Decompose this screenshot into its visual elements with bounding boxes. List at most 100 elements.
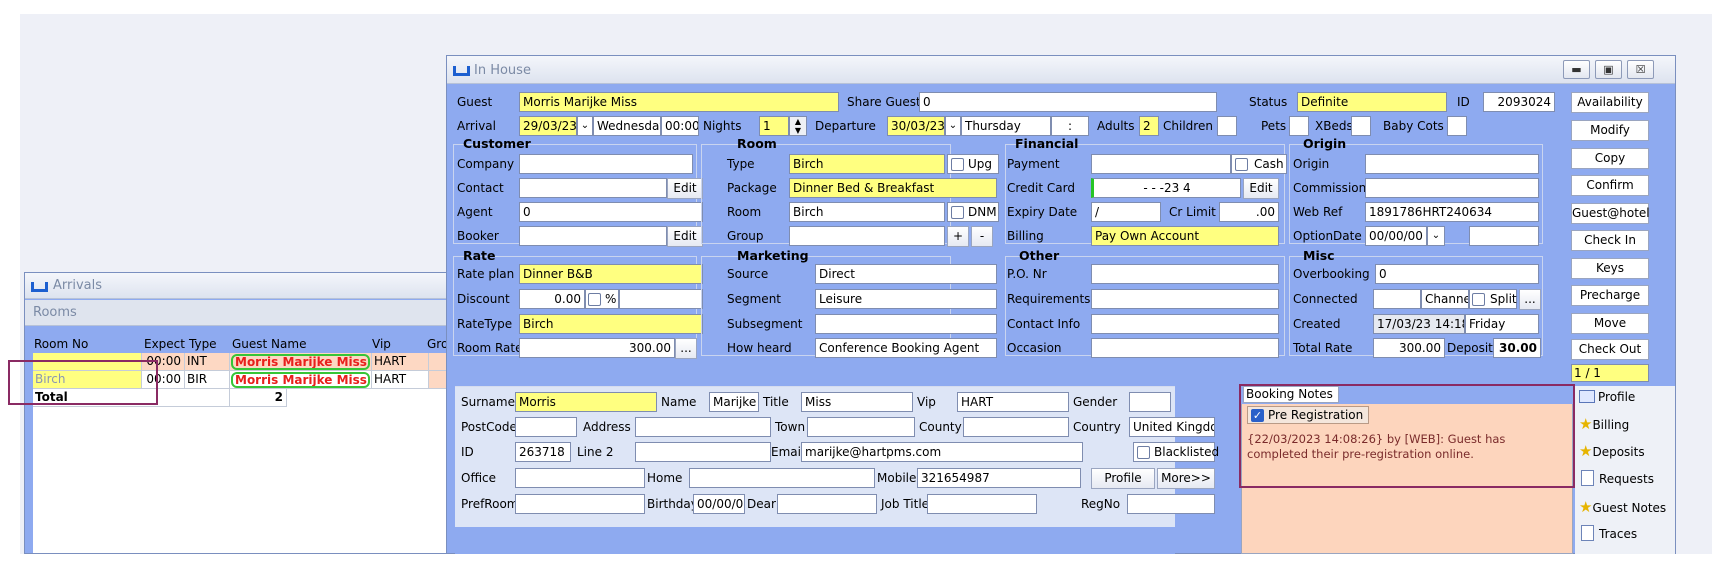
title-field[interactable]: Miss <box>801 392 913 412</box>
channel-field[interactable]: Channel <box>1421 289 1469 309</box>
confirm-button[interactable]: Confirm <box>1571 175 1649 196</box>
overbooking-field[interactable]: 0 <box>1375 264 1539 284</box>
discount-reason-field[interactable] <box>619 289 703 309</box>
vip-field[interactable]: HART <box>957 392 1069 412</box>
regno-field[interactable] <box>1127 494 1215 514</box>
line2-field[interactable] <box>635 442 771 462</box>
agent-field[interactable]: 0 <box>519 202 703 222</box>
check-in-button[interactable]: Check In <box>1571 230 1649 251</box>
group-add-button[interactable]: + <box>947 226 969 247</box>
cash-checkbox[interactable]: Cash <box>1231 154 1287 174</box>
contact-field[interactable] <box>519 178 667 198</box>
discount-pct-checkbox[interactable]: % <box>585 289 619 309</box>
home-field[interactable] <box>689 468 875 488</box>
subsegment-field[interactable] <box>815 314 997 334</box>
segment-field[interactable]: Leisure <box>815 289 997 309</box>
dnm-checkbox[interactable]: DNM <box>947 202 999 222</box>
nights-stepper[interactable]: ▲ ▼ <box>789 116 807 136</box>
inhouse-titlebar[interactable]: In House ▬ ▣ ☒ <box>447 56 1675 84</box>
payment-field[interactable] <box>1091 154 1231 174</box>
tab-deposits[interactable]: ★Deposits <box>1579 440 1645 463</box>
pets-field[interactable] <box>1289 116 1309 136</box>
source-field[interactable]: Direct <box>815 264 997 284</box>
expiry-field[interactable]: / <box>1091 202 1161 222</box>
connected-field[interactable] <box>1373 289 1421 309</box>
arrival-time-field[interactable]: 00:00 <box>661 116 699 136</box>
xbeds-field[interactable] <box>1351 116 1371 136</box>
split-check[interactable] <box>1472 293 1485 306</box>
room-rate-more-button[interactable]: ... <box>675 338 697 359</box>
maximize-button[interactable]: ▣ <box>1595 60 1622 79</box>
howheard-field[interactable]: Conference Booking Agent <box>815 338 997 358</box>
guest-at-hotel-button[interactable]: Guest@hotel <box>1571 203 1650 224</box>
cr-limit-field[interactable]: .00 <box>1219 202 1279 222</box>
share-guest-field[interactable]: 0 <box>919 92 1217 112</box>
col-guest-name[interactable]: Guest Name <box>232 335 306 353</box>
connected-more-button[interactable]: ... <box>1519 289 1541 310</box>
group-field[interactable] <box>789 226 945 246</box>
room-field[interactable]: Birch <box>789 202 945 222</box>
profile-id-field[interactable]: 263718 <box>515 442 571 462</box>
tab-guest-notes[interactable]: ★Guest Notes <box>1579 496 1666 519</box>
booker-field[interactable] <box>519 226 667 246</box>
webref-field[interactable]: 1891786HRT240634 <box>1365 202 1539 222</box>
col-vip[interactable]: Vip <box>372 335 391 353</box>
billing-field[interactable]: Pay Own Account <box>1091 226 1279 246</box>
surname-field[interactable]: Morris <box>515 392 657 412</box>
commission-field[interactable] <box>1365 178 1539 198</box>
package-field[interactable]: Dinner Bed & Breakfast <box>789 178 997 198</box>
tab-billing[interactable]: ★Billing <box>1579 413 1629 436</box>
email-field[interactable]: marijke@hartpms.com <box>801 442 1083 462</box>
precharge-button[interactable]: Precharge <box>1571 285 1649 306</box>
upg-checkbox[interactable]: Upg <box>947 154 999 174</box>
blacklisted-checkbox[interactable]: Blacklisted <box>1133 442 1219 462</box>
more-button[interactable]: More>> <box>1157 468 1215 489</box>
requirements-field[interactable] <box>1091 289 1279 309</box>
prefroom-field[interactable] <box>515 494 645 514</box>
status-field[interactable]: Definite <box>1297 92 1447 112</box>
tab-traces[interactable]: Traces <box>1579 523 1637 545</box>
office-field[interactable] <box>515 468 645 488</box>
credit-card-field[interactable]: - - -23 4 <box>1091 178 1241 198</box>
adults-field[interactable]: 2 <box>1139 116 1159 136</box>
room-type-field[interactable]: Birch <box>789 154 945 174</box>
group-remove-button[interactable]: - <box>971 226 993 247</box>
col-room-no[interactable]: Room No <box>34 335 88 353</box>
booker-edit-button[interactable]: Edit <box>667 226 703 247</box>
occasion-field[interactable] <box>1091 338 1279 358</box>
option-extra-field[interactable] <box>1469 226 1539 246</box>
optiondate-field[interactable]: 00/00/00 <box>1365 226 1427 246</box>
company-field[interactable] <box>519 154 693 174</box>
rate-plan-field[interactable]: Dinner B&B <box>519 264 703 284</box>
blacklisted-check[interactable] <box>1137 446 1150 459</box>
arrival-date-field[interactable]: 29/03/23 <box>519 116 577 136</box>
town-field[interactable] <box>807 417 915 437</box>
country-field[interactable]: United Kingdom <box>1129 417 1215 437</box>
tab-requests[interactable]: Requests <box>1579 468 1654 490</box>
chevron-down-icon[interactable]: ⌄ <box>945 116 961 136</box>
upg-check[interactable] <box>951 158 964 171</box>
birthday-field[interactable]: 00/00/00 <box>693 494 745 514</box>
guest-field[interactable]: Morris Marijke Miss <box>519 92 839 112</box>
county-field[interactable] <box>963 417 1069 437</box>
check-out-button[interactable]: Check Out <box>1571 339 1649 360</box>
col-type[interactable]: Type <box>189 335 217 353</box>
departure-date-field[interactable]: 30/03/23 <box>887 116 945 136</box>
po-field[interactable] <box>1091 264 1279 284</box>
contact-edit-button[interactable]: Edit <box>667 178 703 199</box>
keys-button[interactable]: Keys <box>1571 258 1649 279</box>
cash-check[interactable] <box>1235 158 1248 171</box>
pct-check[interactable] <box>588 293 601 306</box>
tab-profile[interactable]: Profile <box>1579 386 1635 408</box>
address-field[interactable] <box>635 417 771 437</box>
babycots-field[interactable] <box>1447 116 1467 136</box>
minimize-button[interactable]: ▬ <box>1563 60 1590 79</box>
gender-field[interactable] <box>1129 392 1171 412</box>
arrivals-titlebar[interactable]: Arrivals <box>25 273 451 299</box>
dear-field[interactable] <box>777 494 877 514</box>
chevron-down-icon[interactable]: ⌄ <box>1427 226 1445 246</box>
availability-button[interactable]: Availability <box>1571 92 1649 113</box>
profile-button[interactable]: Profile <box>1091 468 1155 489</box>
modify-button[interactable]: Modify <box>1571 120 1649 141</box>
close-button[interactable]: ☒ <box>1627 60 1654 79</box>
